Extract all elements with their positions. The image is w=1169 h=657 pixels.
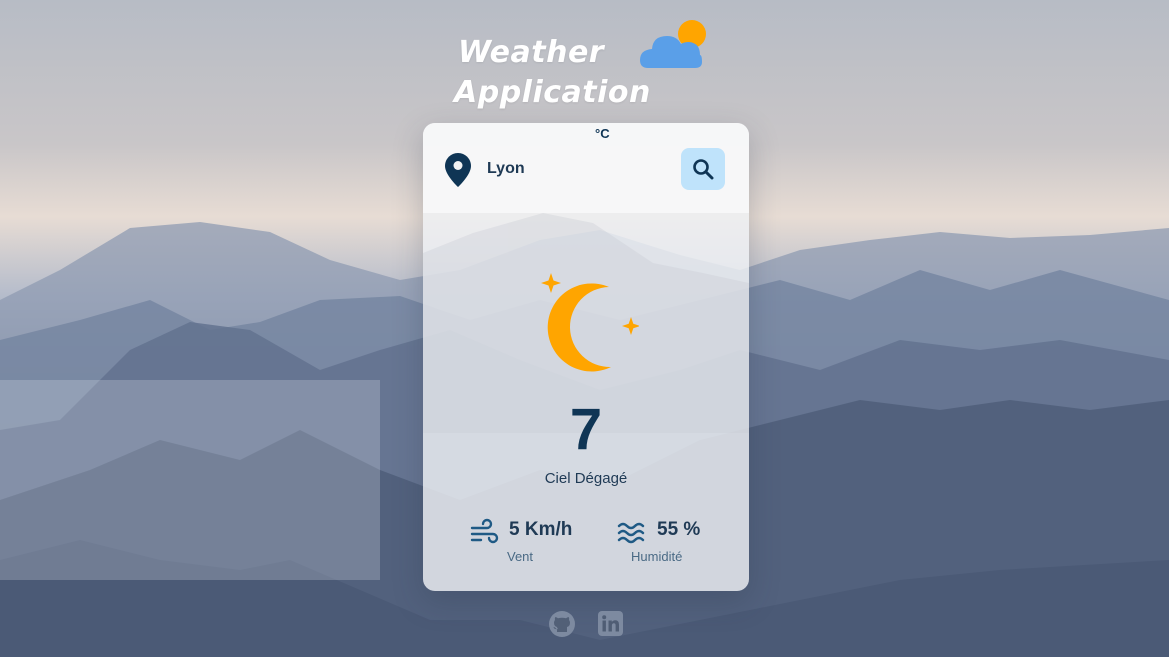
wind-stat: 5 Km/h Vent <box>469 516 609 568</box>
city-name[interactable]: Lyon <box>487 160 525 178</box>
humidity-stat: 55 % Humidité <box>617 516 749 568</box>
linkedin-icon[interactable] <box>598 611 623 636</box>
search-button[interactable] <box>681 148 725 190</box>
weather-card: Lyon 7 °C Ciel Dégagé 5 Km/h Vent 55 % H… <box>423 123 749 591</box>
social-links <box>548 610 628 640</box>
humidity-value: 55 % <box>657 519 701 540</box>
wind-icon <box>470 518 499 544</box>
github-icon[interactable] <box>548 610 576 638</box>
map-pin-icon <box>445 153 471 187</box>
humidity-waves-icon <box>617 522 645 544</box>
cloud-sun-logo-icon <box>640 20 706 68</box>
app-title-line-2: Application <box>454 75 651 110</box>
app-title-line-1: Weather <box>458 35 605 70</box>
crescent-moon-stars-icon <box>541 273 639 372</box>
wind-value: 5 Km/h <box>509 519 573 540</box>
weather-condition: Ciel Dégagé <box>544 470 628 487</box>
temperature-unit: °C <box>595 126 610 141</box>
wind-label: Vent <box>507 549 534 564</box>
app-title: Weather Application <box>452 20 712 112</box>
temperature-value: 7 <box>569 397 603 462</box>
search-icon <box>693 159 714 180</box>
temperature: 7 <box>423 401 749 459</box>
humidity-label: Humidité <box>631 549 683 564</box>
